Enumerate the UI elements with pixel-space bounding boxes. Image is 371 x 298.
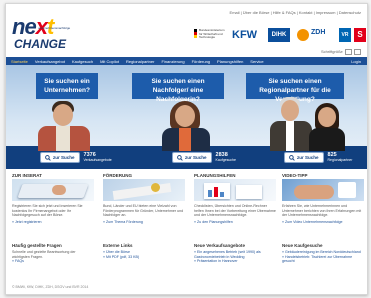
footer-copyright: © BMWi, KfW, DIHK, ZDH, DSGV und BVR 201… [12, 285, 89, 289]
teaser-columns: Zur Inserat Registrieren Sie sich jetzt … [6, 173, 367, 239]
teaser-foerderung: Förderung Bund, Länder und EU bieten ein… [103, 173, 185, 239]
teaser-video-tipp: Video-Tipp Erfahren Sie, wie Unternehmer… [282, 173, 364, 239]
list-item[interactable]: » Präsentation in Hannover [194, 259, 276, 264]
list-neue-verkaufsangebote: Neue Verkaufsangebote » Ein angesehenes … [194, 243, 276, 264]
person-young-woman-right [306, 103, 348, 151]
bmwi-logo[interactable]: Bundesministerium für Wirtschaft und Tec… [194, 28, 225, 42]
teaser-link[interactable]: » Zum Thema Förderung [103, 220, 185, 224]
teaser-text: Bund, Länder und EU bieten eine Vielzahl… [103, 204, 184, 218]
main-nav: Startseite Verkaufsangebot Kaufgesuch Mi… [6, 57, 367, 65]
info-lists: Häufig gestellte Fragen Schnelle und gez… [6, 243, 367, 283]
nav-item-service[interactable]: Service [250, 59, 263, 64]
nav-item-copilot[interactable]: Mit Copilot [100, 59, 119, 64]
font-size-link[interactable]: Schriftgröße [321, 49, 343, 54]
search-icon [289, 154, 295, 161]
hero-control-2: zur Suche 2838 Kaufgesuche [172, 152, 236, 163]
teaser-inserat: Zur Inserat Registrieren Sie sich jetzt … [12, 173, 94, 239]
stat-kaufgesuche: 2838 Kaufgesuche [215, 152, 236, 162]
sparkasse-logo[interactable]: S [354, 28, 366, 42]
hero-control-3: zur Suche 825 Regionalpartner [284, 152, 352, 163]
dihk-logo[interactable]: DIHK [268, 28, 290, 42]
person-man-left [34, 101, 94, 151]
search-button-unternehmen[interactable]: zur Suche [40, 152, 80, 163]
utility-links: Schriftgröße [321, 49, 361, 55]
search-button-regionalpartner[interactable]: zur Suche [284, 152, 324, 163]
list-faq: Häufig gestellte Fragen Schnelle und gez… [12, 243, 94, 264]
teaser-link[interactable]: » Zum Video Unternehmensnachfolge [282, 220, 364, 224]
question-box-unternehmen: Sie suchen ein Unternehmen? [36, 73, 98, 99]
list-item: Schnelle und gezielte Beantwortung der w… [12, 250, 76, 259]
teaser-image-charts[interactable] [194, 179, 276, 201]
font-size-icon[interactable] [344, 49, 352, 55]
top-links[interactable]: Email | Über die Börse | Hilfe & FAQs | … [230, 10, 361, 15]
nav-item-finanzierung[interactable]: Finanzierung [161, 59, 184, 64]
teaser-image-coins[interactable] [103, 179, 185, 201]
list-neue-kaufgesuche: Neue Kaufgesuche » Gebäudereinigung im B… [282, 243, 364, 264]
logo-tagline: unternehmensnachfolge [38, 26, 71, 30]
question-box-nachfolger: Sie suchen einen Nachfolger/ eine Nachfo… [132, 73, 224, 103]
print-icon[interactable] [354, 49, 361, 55]
person-woman-center [156, 101, 216, 151]
flag-icon [194, 29, 197, 38]
zdh-logo[interactable]: ZDH [297, 28, 333, 42]
nav-item-planungshilfen[interactable]: Planungshilfen [217, 59, 243, 64]
teaser-text: Erfahren Sie, wie Unternehmerinnen und U… [282, 204, 362, 218]
kfw-logo[interactable]: KFW [232, 28, 262, 42]
question-box-regionalpartner: Sie suchen einen Regionalpartner für die… [246, 73, 344, 103]
list-item[interactable]: » Handelsbetrieb: Tischlerei zur Übernah… [282, 255, 364, 264]
stat-verkaufsangebote: 7376 Verkaufsangebote [83, 152, 112, 162]
teaser-link[interactable]: » Zu den Planungshilfen [194, 220, 276, 224]
list-item[interactable]: » Ein angesehenes Betrieb (seit 1990) al… [194, 250, 276, 259]
search-button-nachfolger[interactable]: zur Suche [172, 152, 212, 163]
hero-control-1: zur Suche 7376 Verkaufsangebote [40, 152, 112, 163]
teaser-planungshilfen: Planungshilfen Checklisten, Übersichten … [194, 173, 276, 239]
logo-change: CHANGE [14, 37, 67, 51]
login-link[interactable]: Login [351, 59, 361, 64]
teaser-link[interactable]: » Jetzt registrieren [12, 220, 94, 224]
vr-logo[interactable]: VR [339, 28, 351, 42]
nav-item-verkaufsangebot[interactable]: Verkaufsangebot [35, 59, 65, 64]
stat-regionalpartner: 825 Regionalpartner [327, 152, 353, 162]
browser-page: Email | Über die Börse | Hilfe & FAQs | … [5, 3, 368, 295]
list-external-links: Externe Links » Über die Börse » Mit PDF… [103, 243, 185, 259]
nav-item-foerderung[interactable]: Förderung [192, 59, 210, 64]
list-item[interactable]: » FAQs [12, 259, 94, 264]
teaser-text: Checklisten, Übersichten und Online-Rech… [194, 204, 276, 218]
search-icon [45, 154, 51, 161]
nav-item-kaufgesuch[interactable]: Kaufgesuch [72, 59, 93, 64]
list-item[interactable]: » Mit PDF (pdf, 33 KB) [103, 255, 185, 260]
teaser-image-video[interactable] [282, 179, 364, 201]
nav-item-startseite[interactable]: Startseite [11, 59, 28, 64]
hero-banner: Sie suchen ein Unternehmen? Sie suchen e… [6, 65, 367, 169]
nav-item-regionalpartner[interactable]: Regionalpartner [126, 59, 154, 64]
list-item[interactable]: » Gebäudereinigung im Bereich Norddeutsc… [282, 250, 364, 255]
search-icon [177, 154, 183, 161]
nexxt-change-logo[interactable]: next unternehmensnachfolge CHANGE [12, 14, 80, 51]
teaser-image-keyboard[interactable] [12, 179, 94, 201]
teaser-text: Registrieren Sie sich jetzt und inserier… [12, 204, 83, 218]
zdh-circle-icon [297, 29, 309, 41]
